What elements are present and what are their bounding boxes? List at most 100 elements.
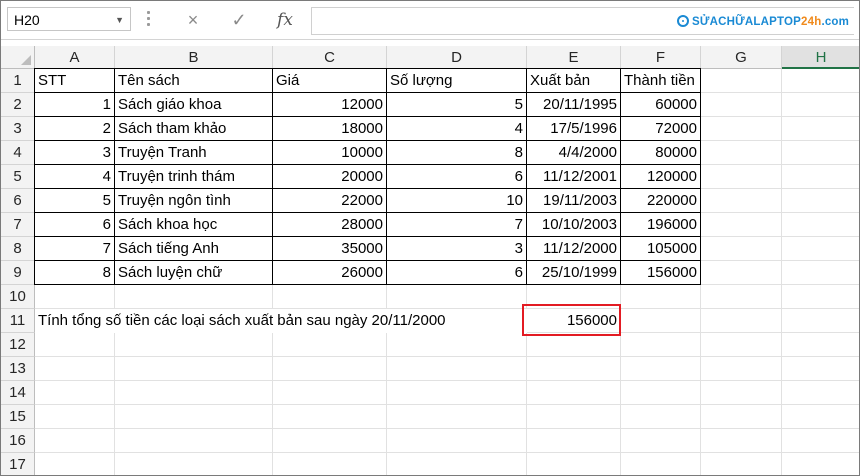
cell[interactable] (527, 453, 621, 475)
column-header-c[interactable]: C (273, 46, 387, 69)
cell[interactable] (387, 405, 527, 429)
cell[interactable] (527, 333, 621, 357)
enter-icon[interactable]: ✓ (225, 7, 253, 33)
cell[interactable] (527, 429, 621, 453)
cell[interactable] (782, 309, 859, 333)
table-cell[interactable]: 11/12/2001 (527, 165, 621, 189)
cell[interactable] (387, 285, 527, 309)
cell[interactable] (35, 357, 115, 381)
cell[interactable] (115, 333, 273, 357)
cell[interactable] (782, 405, 859, 429)
cell[interactable] (701, 285, 782, 309)
table-cell[interactable]: 8 (34, 261, 115, 285)
summary-label[interactable]: Tính tổng số tiền các loại sách xuất bản… (35, 309, 527, 333)
table-cell[interactable]: 105000 (621, 237, 701, 261)
table-cell[interactable]: 220000 (621, 189, 701, 213)
cell[interactable] (701, 309, 782, 333)
cell[interactable] (35, 285, 115, 309)
row-header-6[interactable]: 6 (1, 189, 35, 213)
cell[interactable] (782, 381, 859, 405)
row-header-3[interactable]: 3 (1, 117, 35, 141)
table-cell[interactable]: 10000 (273, 141, 387, 165)
table-cell[interactable]: Truyện trinh thám (115, 165, 273, 189)
cell[interactable] (701, 405, 782, 429)
table-cell[interactable]: 10 (387, 189, 527, 213)
table-cell[interactable]: 25/10/1999 (527, 261, 621, 285)
table-cell[interactable]: 3 (387, 237, 527, 261)
cell[interactable] (527, 405, 621, 429)
cell[interactable] (701, 453, 782, 475)
chevron-down-icon[interactable]: ▼ (115, 8, 124, 32)
cell[interactable] (782, 213, 859, 237)
table-cell[interactable]: 80000 (621, 141, 701, 165)
table-cell[interactable]: 2 (34, 117, 115, 141)
table-cell[interactable]: 7 (387, 213, 527, 237)
drag-handle-icon[interactable] (147, 11, 151, 29)
column-header-b[interactable]: B (115, 46, 273, 69)
cell[interactable] (782, 333, 859, 357)
cell[interactable] (701, 357, 782, 381)
cell[interactable] (782, 453, 859, 475)
row-header-8[interactable]: 8 (1, 237, 35, 261)
cell[interactable] (701, 117, 782, 141)
table-cell[interactable]: 196000 (621, 213, 701, 237)
cell[interactable] (621, 429, 701, 453)
cell[interactable] (621, 405, 701, 429)
table-cell[interactable]: 6 (387, 261, 527, 285)
column-header-d[interactable]: D (387, 46, 527, 69)
cell[interactable] (782, 141, 859, 165)
cell[interactable] (701, 189, 782, 213)
table-cell[interactable]: 4/4/2000 (527, 141, 621, 165)
table-header-cell[interactable]: Tên sách (115, 68, 273, 93)
cell[interactable] (701, 381, 782, 405)
cell[interactable] (273, 333, 387, 357)
table-cell[interactable]: 156000 (621, 261, 701, 285)
table-cell[interactable]: 7 (34, 237, 115, 261)
cell[interactable] (621, 453, 701, 475)
row-header-1[interactable]: 1 (1, 69, 35, 93)
cell[interactable] (701, 69, 782, 93)
column-header-f[interactable]: F (621, 46, 701, 69)
name-box[interactable]: H20 ▼ (7, 7, 131, 31)
row-header-12[interactable]: 12 (1, 333, 35, 357)
cell[interactable] (621, 357, 701, 381)
row-header-14[interactable]: 14 (1, 381, 35, 405)
cell[interactable] (621, 285, 701, 309)
column-header-a[interactable]: A (35, 46, 115, 69)
cell[interactable] (782, 237, 859, 261)
table-cell[interactable]: Sách khoa học (115, 213, 273, 237)
select-all-corner[interactable] (1, 46, 35, 69)
table-cell[interactable]: 6 (34, 213, 115, 237)
row-header-7[interactable]: 7 (1, 213, 35, 237)
row-header-17[interactable]: 17 (1, 453, 35, 475)
table-cell[interactable]: 3 (34, 141, 115, 165)
table-cell[interactable]: 17/5/1996 (527, 117, 621, 141)
table-cell[interactable]: 26000 (273, 261, 387, 285)
cell[interactable] (621, 381, 701, 405)
table-cell[interactable]: Sách tham khảo (115, 117, 273, 141)
cell[interactable] (115, 381, 273, 405)
table-cell[interactable]: 60000 (621, 93, 701, 117)
insert-function-icon[interactable]: fx (271, 7, 299, 33)
table-cell[interactable]: 20/11/1995 (527, 93, 621, 117)
table-cell[interactable]: 72000 (621, 117, 701, 141)
cell[interactable] (273, 357, 387, 381)
cell[interactable] (701, 165, 782, 189)
row-header-9[interactable]: 9 (1, 261, 35, 285)
cell[interactable] (273, 453, 387, 475)
cell[interactable] (701, 237, 782, 261)
row-header-15[interactable]: 15 (1, 405, 35, 429)
cell[interactable] (273, 285, 387, 309)
cell[interactable] (35, 453, 115, 475)
table-cell[interactable]: 4 (34, 165, 115, 189)
row-header-2[interactable]: 2 (1, 93, 35, 117)
cell[interactable] (621, 309, 701, 333)
cell[interactable] (273, 429, 387, 453)
table-cell[interactable]: 6 (387, 165, 527, 189)
table-cell[interactable]: 120000 (621, 165, 701, 189)
table-cell[interactable]: 4 (387, 117, 527, 141)
cell[interactable] (115, 453, 273, 475)
cell[interactable] (387, 453, 527, 475)
cell[interactable] (782, 189, 859, 213)
row-header-10[interactable]: 10 (1, 285, 35, 309)
